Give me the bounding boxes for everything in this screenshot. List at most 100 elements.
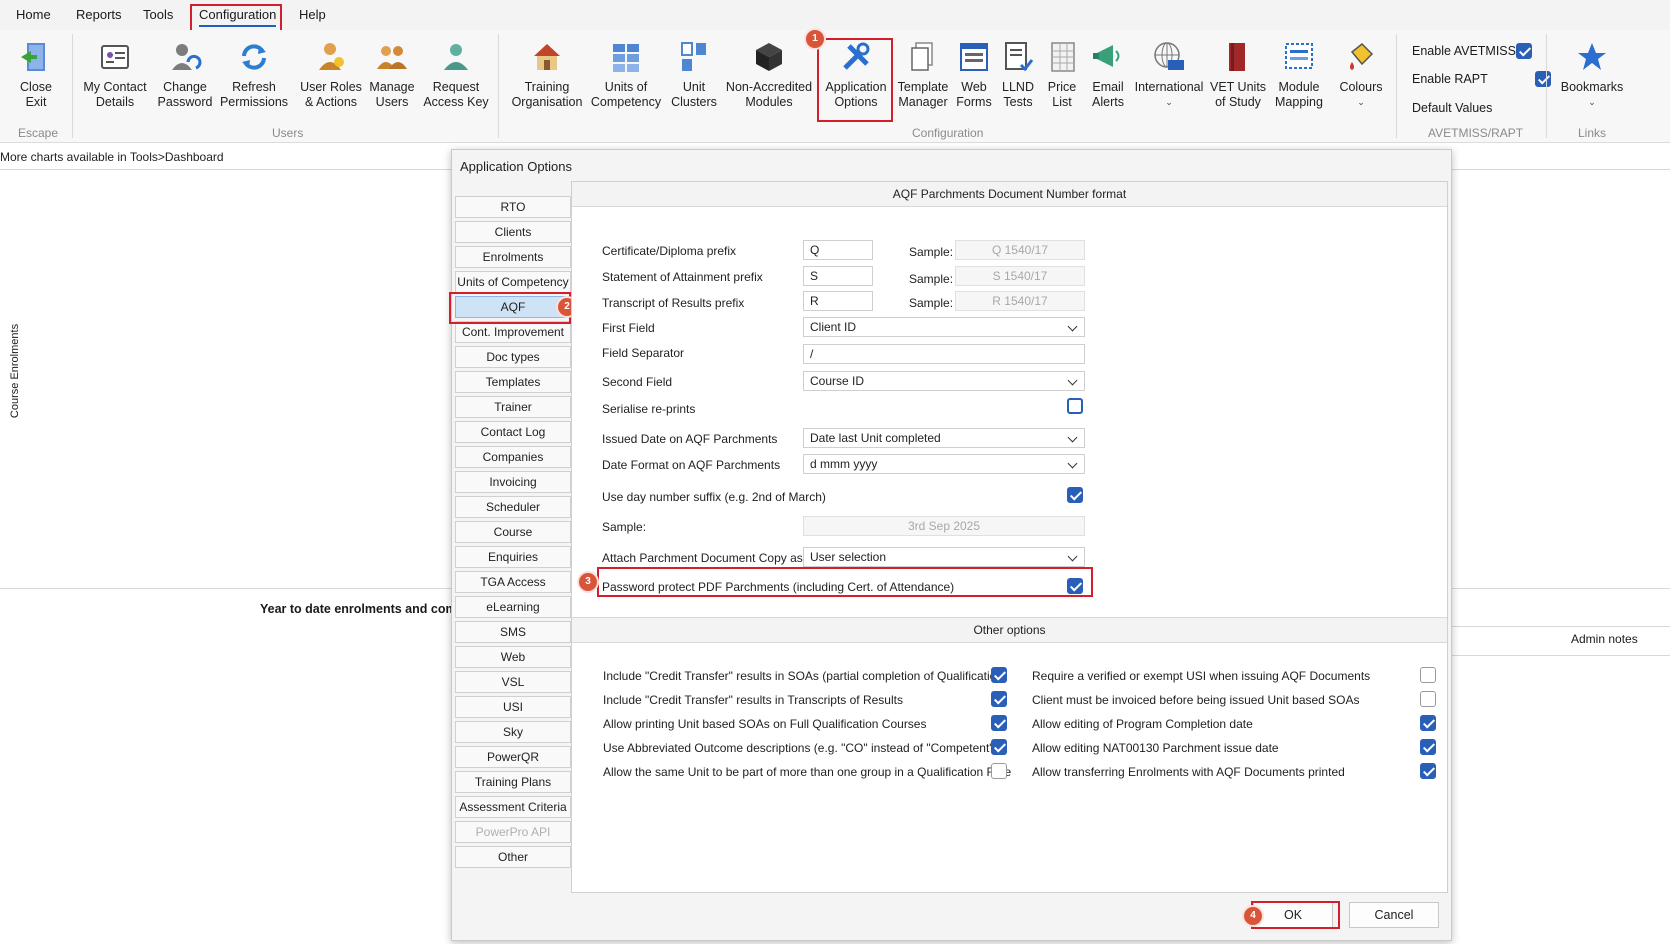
user-teal-icon: [444, 44, 468, 70]
soa-prefix-input[interactable]: S: [803, 266, 873, 286]
nav-clients[interactable]: Clients: [455, 221, 571, 243]
serialise-checkbox[interactable]: [1067, 398, 1083, 414]
aqf-panel: AQF Parchments Document Number format Ce…: [571, 181, 1448, 893]
enable-rapt-checkbox[interactable]: [1535, 71, 1552, 87]
password-protect-checkbox[interactable]: [1067, 578, 1083, 594]
group-users-label: Users: [272, 126, 304, 140]
nav-rto[interactable]: RTO: [455, 196, 571, 218]
menu-configuration[interactable]: Configuration: [199, 7, 277, 27]
menu-tools[interactable]: Tools: [143, 7, 173, 22]
spreadsheet-icon: [1051, 42, 1075, 72]
nav-tga-access[interactable]: TGA Access: [455, 571, 571, 593]
nav-trainer[interactable]: Trainer: [455, 396, 571, 418]
invoice-before-soa-checkbox[interactable]: [1420, 691, 1436, 707]
enable-avetmiss-checkbox[interactable]: [1516, 43, 1532, 59]
web-form-icon: [960, 43, 988, 71]
chevron-down-icon: [1067, 458, 1078, 469]
nav-units-of-competency[interactable]: Units of Competency: [455, 271, 571, 293]
menu-bar: Home Reports Tools Configuration Help: [0, 0, 1670, 30]
nav-elearning[interactable]: eLearning: [455, 596, 571, 618]
vet-units-button[interactable]: VET Units of Study: [1210, 40, 1266, 110]
group-separator: [72, 34, 73, 138]
chevron-down-icon: ⌄: [1165, 97, 1173, 107]
manage-users-label: Manage Users: [369, 80, 415, 109]
separator-input[interactable]: /: [803, 344, 1085, 364]
menu-reports[interactable]: Reports: [76, 7, 122, 22]
issued-date-dropdown[interactable]: Date last Unit completed: [803, 428, 1085, 448]
nav-scheduler[interactable]: Scheduler: [455, 496, 571, 518]
unit-soa-full-checkbox[interactable]: [991, 715, 1007, 731]
nav-vsl[interactable]: VSL: [455, 671, 571, 693]
nav-templates[interactable]: Templates: [455, 371, 571, 393]
nav-contact-log[interactable]: Contact Log: [455, 421, 571, 443]
second-field-dropdown[interactable]: Course ID: [803, 371, 1085, 391]
training-organisation-button[interactable]: Training Organisation: [510, 40, 584, 110]
request-access-key-button[interactable]: Request Access Key: [423, 40, 489, 110]
abbrev-outcome-checkbox[interactable]: [991, 739, 1007, 755]
edit-completion-date-checkbox[interactable]: [1420, 715, 1436, 731]
user-roles-button[interactable]: User Roles & Actions: [298, 40, 364, 110]
cancel-button[interactable]: Cancel: [1349, 902, 1439, 928]
chevron-down-icon: [1067, 321, 1078, 332]
nav-powerqr[interactable]: PowerQR: [455, 746, 571, 768]
colours-button[interactable]: Colours ⌄: [1336, 40, 1386, 110]
require-usi-checkbox[interactable]: [1420, 667, 1436, 683]
bookmarks-button[interactable]: Bookmarks ⌄: [1560, 40, 1624, 110]
nav-training-plans[interactable]: Training Plans: [455, 771, 571, 793]
web-forms-button[interactable]: Web Forms: [956, 40, 992, 110]
attach-dropdown[interactable]: User selection: [803, 547, 1085, 567]
group-separator: [1396, 34, 1397, 138]
nav-doc-types[interactable]: Doc types: [455, 346, 571, 368]
default-values-button[interactable]: Default Values: [1412, 101, 1492, 115]
nav-aqf[interactable]: AQF: [455, 296, 571, 318]
group-avetmiss-label: AVETMISS/RAPT: [1428, 126, 1524, 140]
menu-home[interactable]: Home: [16, 7, 51, 22]
nav-sms[interactable]: SMS: [455, 621, 571, 643]
cert-prefix-input[interactable]: Q: [803, 240, 873, 260]
nav-invoicing[interactable]: Invoicing: [455, 471, 571, 493]
nav-enrolments[interactable]: Enrolments: [455, 246, 571, 268]
day-suffix-checkbox[interactable]: [1067, 487, 1083, 503]
separator-label: Field Separator: [602, 346, 685, 360]
price-list-button[interactable]: Price List: [1046, 40, 1078, 110]
ct-tor-checkbox[interactable]: [991, 691, 1007, 707]
nav-companies[interactable]: Companies: [455, 446, 571, 468]
template-manager-button[interactable]: Template Manager: [894, 40, 952, 110]
refresh-permissions-button[interactable]: Refresh Permissions: [219, 40, 289, 110]
tor-prefix-input[interactable]: R: [803, 291, 873, 311]
cube-icon: [756, 43, 782, 71]
unit-multi-group-checkbox[interactable]: [991, 763, 1007, 779]
nav-enquiries[interactable]: Enquiries: [455, 546, 571, 568]
menu-help[interactable]: Help: [299, 7, 326, 22]
nav-other[interactable]: Other: [455, 846, 571, 868]
date-format-dropdown[interactable]: d mmm yyyy: [803, 454, 1085, 474]
edit-nat00130-checkbox[interactable]: [1420, 739, 1436, 755]
ct-soa-checkbox[interactable]: [991, 667, 1007, 683]
non-accredited-modules-button[interactable]: Non-Accredited Modules: [724, 40, 814, 110]
nav-course[interactable]: Course: [455, 521, 571, 543]
nav-web[interactable]: Web: [455, 646, 571, 668]
manage-users-button[interactable]: Manage Users: [366, 40, 418, 110]
nav-usi[interactable]: USI: [455, 696, 571, 718]
ct-tor-label: Include "Credit Transfer" results in Tra…: [603, 693, 903, 707]
llnd-tests-button[interactable]: LLND Tests: [1000, 40, 1036, 110]
transfer-enrolments-checkbox[interactable]: [1420, 763, 1436, 779]
email-alerts-button[interactable]: Email Alerts: [1088, 40, 1128, 110]
application-options-button[interactable]: Application Options: [820, 40, 892, 110]
units-of-competency-button[interactable]: Units of Competency: [590, 40, 662, 110]
unit-clusters-button[interactable]: Unit Clusters: [668, 40, 720, 110]
first-field-dropdown[interactable]: Client ID: [803, 317, 1085, 337]
close-exit-button[interactable]: Close Exit: [10, 40, 62, 110]
international-button[interactable]: International ⌄: [1134, 40, 1204, 110]
app-options-label: Application Options: [825, 80, 887, 109]
globe-abc-icon: [1154, 42, 1184, 70]
nav-assessment-criteria[interactable]: Assessment Criteria: [455, 796, 571, 818]
nav-sky[interactable]: Sky: [455, 721, 571, 743]
change-password-button[interactable]: Change Password: [154, 40, 216, 110]
tor-sample-field: R 1540/17: [955, 291, 1085, 311]
my-contact-details-button[interactable]: My Contact Details: [82, 40, 148, 110]
module-mapping-button[interactable]: Module Mapping: [1270, 40, 1328, 110]
ok-button[interactable]: OK: [1253, 902, 1333, 928]
refresh-permissions-label: Refresh Permissions: [219, 80, 289, 109]
nav-cont-improvement[interactable]: Cont. Improvement: [455, 321, 571, 343]
